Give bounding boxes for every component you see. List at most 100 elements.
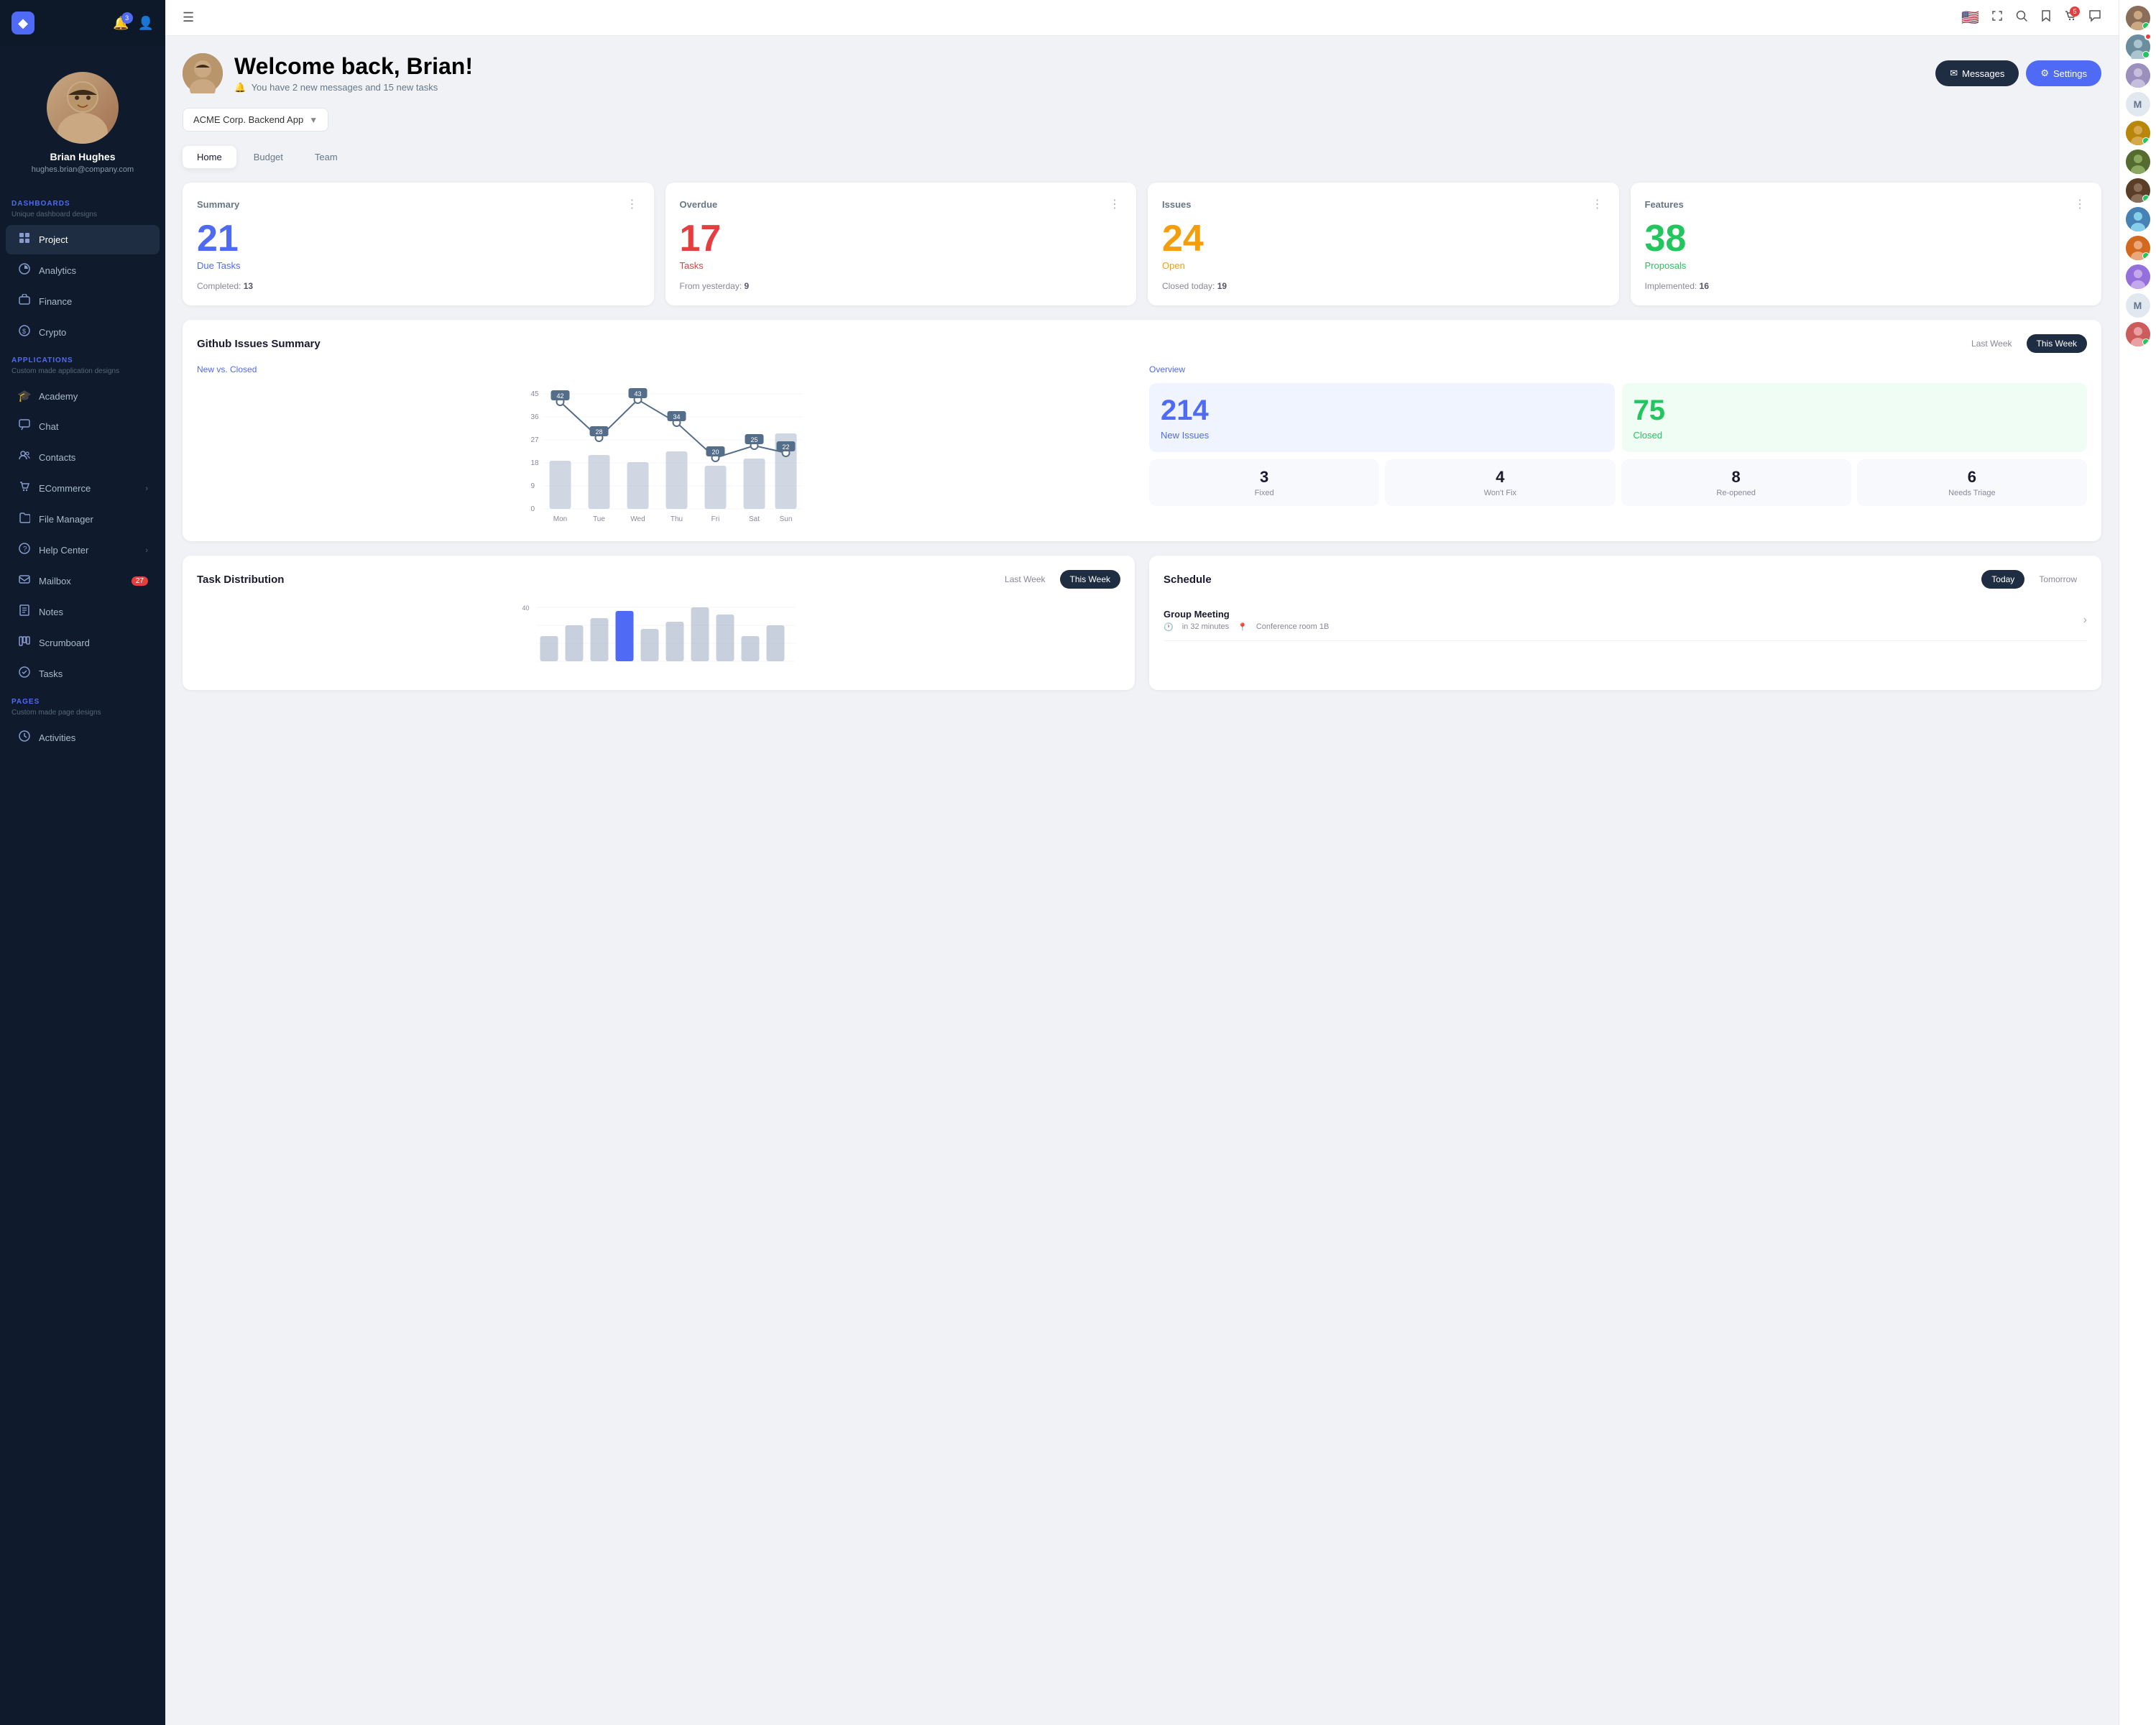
tab-home[interactable]: Home [183, 146, 236, 168]
overdue-menu[interactable]: ⋮ [1109, 197, 1122, 211]
github-issues-section: Github Issues Summary Last Week This Wee… [183, 320, 2101, 541]
issues-number: 24 [1162, 220, 1605, 257]
overview-bottom: 3 Fixed 4 Won't Fix 8 Re-opened 6 [1149, 459, 2087, 506]
sidebar-item-analytics[interactable]: Analytics [6, 256, 160, 285]
sidebar-item-tasks-label: Tasks [39, 668, 63, 679]
sidebar-item-activities[interactable]: Activities [6, 723, 160, 753]
svg-text:45: 45 [531, 390, 540, 398]
app-logo[interactable]: ◆ [11, 12, 34, 34]
schedule-location: Conference room 1B [1256, 622, 1330, 632]
project-selector[interactable]: ACME Corp. Backend App ▼ [183, 108, 328, 132]
right-avatar-3[interactable] [2126, 121, 2150, 145]
right-avatar-2[interactable] [2126, 63, 2150, 88]
today-btn[interactable]: Today [1981, 570, 2024, 589]
schedule-item-info: Group Meeting 🕐 in 32 minutes 📍 Conferen… [1164, 609, 1329, 632]
schedule-item-details: 🕐 in 32 minutes 📍 Conference room 1B [1164, 622, 1329, 632]
sidebar-item-chat[interactable]: Chat [6, 412, 160, 441]
svg-text:18: 18 [531, 459, 540, 467]
summary-detail: Completed: 13 [197, 281, 640, 291]
right-avatar-m1[interactable]: M [2126, 92, 2150, 116]
chart-svg: 45 36 27 18 9 0 [197, 383, 1135, 527]
fixed-number: 3 [1158, 468, 1370, 487]
tab-budget[interactable]: Budget [239, 146, 298, 168]
tomorrow-btn[interactable]: Tomorrow [2029, 570, 2087, 589]
right-avatar-1[interactable] [2126, 34, 2150, 59]
svg-text:Sat: Sat [749, 515, 760, 523]
overdue-label: Tasks [680, 260, 1123, 271]
summary-menu[interactable]: ⋮ [627, 197, 640, 211]
cart-button[interactable]: 5 [2064, 9, 2077, 26]
user-profile-icon[interactable]: 👤 [138, 16, 154, 31]
right-avatar-6[interactable] [2126, 207, 2150, 231]
dashboards-section-label: DASHBOARDS [0, 191, 165, 211]
right-avatar-4[interactable] [2126, 150, 2150, 174]
sidebar: ◆ 🔔 3 👤 Brian Hughes hughes.brian@compan… [0, 0, 165, 1725]
svg-text:Thu: Thu [671, 515, 683, 523]
cart-badge: 5 [2070, 6, 2080, 17]
sidebar-item-file-manager[interactable]: File Manager [6, 505, 160, 534]
fullscreen-button[interactable] [1991, 9, 2004, 26]
right-avatar-5[interactable] [2126, 178, 2150, 203]
sidebar-item-help-center[interactable]: ? Help Center › [6, 535, 160, 565]
right-avatar-m2[interactable]: M [2126, 293, 2150, 318]
welcome-text: Welcome back, Brian! 🔔 You have 2 new me… [234, 53, 473, 93]
features-menu[interactable]: ⋮ [2074, 197, 2087, 211]
notifications-button[interactable]: 🔔 3 [113, 16, 129, 31]
messages-header-button[interactable] [2088, 9, 2101, 26]
applications-section-sub: Custom made application designs [0, 367, 165, 381]
schedule-item-0: Group Meeting 🕐 in 32 minutes 📍 Conferen… [1164, 600, 2087, 641]
project-icon [17, 232, 32, 247]
welcome-heading: Welcome back, Brian! [234, 53, 473, 80]
sidebar-item-contacts-label: Contacts [39, 452, 75, 463]
github-section-title: Github Issues Summary [197, 338, 321, 350]
messages-button[interactable]: ✉ Messages [1935, 60, 2019, 86]
svg-text:36: 36 [531, 413, 540, 421]
hamburger-button[interactable]: ☰ [183, 10, 194, 25]
new-issues-card: 214 New Issues [1149, 383, 1615, 452]
task-last-week-btn[interactable]: Last Week [995, 570, 1055, 589]
reopened-number: 8 [1630, 468, 1843, 487]
svg-text:Sun: Sun [780, 515, 793, 523]
schedule-card: Schedule Today Tomorrow Group Meeting 🕐 … [1149, 556, 2101, 690]
sidebar-item-tasks[interactable]: Tasks [6, 659, 160, 689]
applications-section-label: APPLICATIONS [0, 348, 165, 367]
task-this-week-btn[interactable]: This Week [1060, 570, 1120, 589]
svg-text:28: 28 [595, 428, 602, 436]
right-avatar-9[interactable] [2126, 322, 2150, 346]
issues-menu[interactable]: ⋮ [1592, 197, 1605, 211]
sidebar-item-analytics-label: Analytics [39, 265, 76, 276]
search-button[interactable] [2015, 9, 2028, 26]
sidebar-item-scrumboard[interactable]: Scrumboard [6, 628, 160, 658]
task-dist-week-buttons: Last Week This Week [995, 570, 1120, 589]
sidebar-item-mailbox[interactable]: Mailbox 27 [6, 566, 160, 596]
right-avatar-8[interactable] [2126, 264, 2150, 289]
tab-team[interactable]: Team [300, 146, 352, 168]
settings-button[interactable]: ⚙ Settings [2026, 60, 2101, 86]
summary-card-2: Issues ⋮ 24 Open Closed today: 19 [1148, 183, 1619, 305]
bookmark-button[interactable] [2040, 9, 2053, 26]
sidebar-item-academy[interactable]: 🎓 Academy [6, 382, 160, 410]
language-flag[interactable]: 🇺🇸 [1961, 9, 1979, 27]
schedule-chevron-icon[interactable]: › [2083, 614, 2087, 627]
sidebar-item-finance[interactable]: Finance [6, 287, 160, 316]
sidebar-item-ecommerce[interactable]: ECommerce › [6, 474, 160, 503]
features-label: Proposals [1645, 260, 2088, 271]
sidebar-item-crypto[interactable]: $ Crypto [6, 318, 160, 347]
sidebar-item-project[interactable]: Project [6, 225, 160, 254]
right-avatar-0[interactable] [2126, 6, 2150, 30]
sidebar-item-contacts[interactable]: Contacts [6, 443, 160, 472]
last-week-btn[interactable]: Last Week [1961, 334, 2022, 353]
issues-title: Issues [1162, 199, 1191, 210]
settings-gear-icon: ⚙ [2040, 68, 2049, 79]
task-dist-svg: 40 [197, 600, 1120, 672]
day-buttons: Today Tomorrow [1981, 570, 2087, 589]
schedule-time: in 32 minutes [1182, 622, 1229, 632]
project-chevron-icon: ▼ [309, 115, 318, 125]
this-week-btn[interactable]: This Week [2027, 334, 2087, 353]
analytics-icon [17, 263, 32, 278]
right-avatar-7[interactable] [2126, 236, 2150, 260]
sidebar-item-scrumboard-label: Scrumboard [39, 638, 90, 648]
notes-icon [17, 604, 32, 620]
summary-number: 21 [197, 220, 640, 257]
sidebar-item-notes[interactable]: Notes [6, 597, 160, 627]
